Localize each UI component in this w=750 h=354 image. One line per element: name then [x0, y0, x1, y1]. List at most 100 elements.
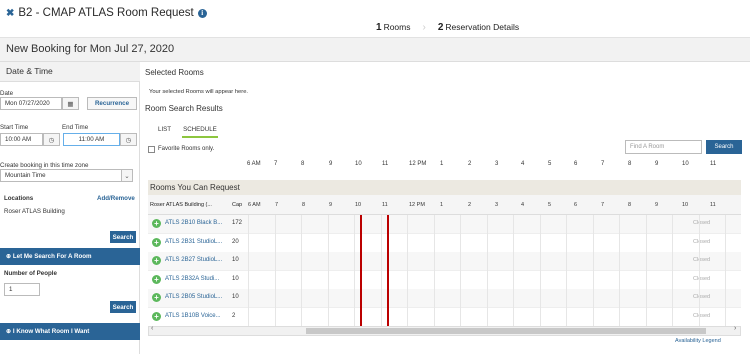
find-room-search-button[interactable]: Search: [706, 140, 742, 154]
room-capacity: 10: [232, 257, 239, 263]
time-label-top: 9: [329, 161, 333, 167]
step-label: Reservation Details: [445, 22, 520, 32]
find-room-input[interactable]: Find A Room: [625, 140, 702, 154]
room-capacity: 20: [232, 238, 239, 245]
step-number: 2: [437, 22, 444, 33]
scroll-right-icon[interactable]: ›: [734, 325, 736, 332]
room-status: Closed: [693, 275, 711, 282]
gridline: [486, 215, 488, 326]
end-time-label: End Time: [62, 124, 89, 131]
room-name-link[interactable]: ATLS 2B10 Black B...: [165, 220, 222, 226]
add-remove-link[interactable]: Add/Remove: [97, 195, 135, 202]
time-label-grid: 10: [682, 202, 689, 208]
selected-rooms-title: Selected Rooms: [145, 68, 204, 77]
time-label-top: 11: [382, 161, 389, 167]
clock-icon[interactable]: ◷: [43, 133, 60, 146]
date-label: Date: [0, 90, 14, 97]
let-me-search-bar[interactable]: ⊕ Let Me Search For A Room: [0, 248, 140, 265]
time-label-grid: 8: [628, 202, 632, 208]
start-time-input[interactable]: 10:00 AM: [0, 133, 43, 146]
gridline: [354, 215, 355, 326]
i-know-label: I Know What Room I Want: [12, 328, 90, 335]
step-reservation-details[interactable]: 2 Reservation Details: [432, 18, 525, 40]
clock-icon[interactable]: ◷: [120, 133, 137, 146]
date-input[interactable]: Mon 07/27/2020: [0, 97, 62, 110]
gridline: [725, 215, 726, 326]
end-time-marker: [387, 215, 389, 326]
room-name-link[interactable]: ATLS 2B27 StudioL...: [165, 257, 222, 263]
tab-list[interactable]: LIST: [157, 124, 172, 138]
tab-schedule[interactable]: SCHEDULE: [182, 124, 218, 138]
room-name-link[interactable]: ATLS 2B05 StudioL...: [165, 294, 222, 300]
chevron-down-icon[interactable]: ⌄: [121, 169, 133, 182]
column-header: Roser ATLAS Building (... Cap 6 AM 7 8 9 10 1…: [148, 195, 741, 215]
gridline: [539, 215, 541, 326]
step-number: 1: [376, 22, 382, 33]
add-room-icon[interactable]: +: [152, 274, 161, 284]
time-label-grid: 9: [655, 202, 659, 208]
room-status: Closed: [693, 220, 711, 226]
time-label-grid: 4: [521, 202, 525, 208]
room-name-link[interactable]: ATLS 2B31 StudioL...: [165, 239, 222, 245]
calendar-icon[interactable]: ▦: [62, 97, 79, 110]
scroll-left-icon[interactable]: ‹: [151, 325, 153, 332]
add-room-icon[interactable]: +: [152, 219, 161, 228]
time-label-grid: 11: [382, 202, 388, 208]
time-label-grid: 5: [548, 202, 552, 208]
results-title: Room Search Results: [145, 104, 223, 113]
gridline: [407, 215, 408, 326]
table-row: + ATLS 2B27 StudioL... 10 Closed: [148, 252, 741, 271]
add-room-icon[interactable]: +: [152, 311, 161, 321]
locations-label: Locations: [4, 195, 34, 202]
time-label-top: 4: [521, 161, 525, 167]
add-room-icon[interactable]: +: [152, 256, 161, 265]
step-rooms[interactable]: 1 Rooms: [370, 18, 417, 40]
room-capacity: 10: [232, 294, 239, 300]
room-status: Closed: [693, 238, 711, 245]
table-row: + ATLS 2B10 Black B... 172 Closed: [148, 215, 741, 234]
favorite-checkbox[interactable]: [148, 146, 155, 153]
time-label-top: 6: [574, 161, 578, 167]
view-tabs: LIST SCHEDULE: [157, 124, 218, 138]
add-room-icon[interactable]: +: [152, 293, 161, 302]
left-panel: Date & Time Date Mon 07/27/2020 ▦ Recurr…: [0, 62, 140, 354]
gridline: [513, 215, 514, 326]
gridline: [433, 215, 435, 326]
add-room-icon[interactable]: +: [152, 237, 161, 247]
number-people-input[interactable]: 1: [4, 283, 40, 296]
time-label-top: 2: [468, 161, 472, 167]
close-icon[interactable]: ✖: [6, 8, 14, 19]
recurrence-button[interactable]: Recurrence: [87, 97, 137, 110]
room-status: Closed: [693, 312, 711, 319]
time-label-grid: 3: [495, 202, 499, 208]
scroll-thumb[interactable]: [306, 328, 706, 334]
timezone-label: Create booking in this time zone: [0, 162, 89, 169]
search-button-2[interactable]: Search: [110, 301, 136, 313]
time-label-grid: 8: [302, 202, 306, 208]
gridline: [619, 215, 620, 326]
end-time-input[interactable]: 11:00 AM: [63, 133, 120, 146]
i-know-room-bar[interactable]: ⊕ I Know What Room I Want: [0, 323, 140, 340]
chevron-icon: ⊕: [6, 253, 13, 260]
header-bar: ✖ B2 - CMAP ATLAS Room Request i 1 Rooms …: [0, 0, 750, 40]
info-icon[interactable]: i: [197, 8, 207, 18]
time-label-grid: 1: [440, 202, 444, 208]
gridline: [460, 215, 461, 326]
gridline: [274, 215, 276, 326]
availability-legend-link[interactable]: Availability Legend: [675, 338, 721, 344]
time-label-grid: 9: [329, 202, 333, 208]
room-name-link[interactable]: ATLS 2B32A Studi...: [165, 276, 219, 282]
step-separator-icon: ›: [422, 22, 426, 33]
timezone-select[interactable]: Mountain Time: [0, 169, 122, 182]
time-label-grid: 7: [601, 202, 605, 208]
search-button[interactable]: Search: [110, 231, 136, 243]
horizontal-scrollbar[interactable]: ‹ ›: [148, 325, 741, 336]
time-label-top: 9: [655, 161, 659, 167]
time-label-top: 1: [440, 161, 444, 167]
time-label-grid: 11: [710, 202, 716, 208]
col-cap: Cap: [232, 202, 243, 208]
room-name-link[interactable]: ATLS 1B10B Voice...: [165, 313, 221, 319]
time-label-grid: 6: [574, 202, 578, 208]
rooms-header: Rooms You Can Request: [148, 180, 741, 195]
date-time-header: Date & Time: [0, 62, 140, 82]
